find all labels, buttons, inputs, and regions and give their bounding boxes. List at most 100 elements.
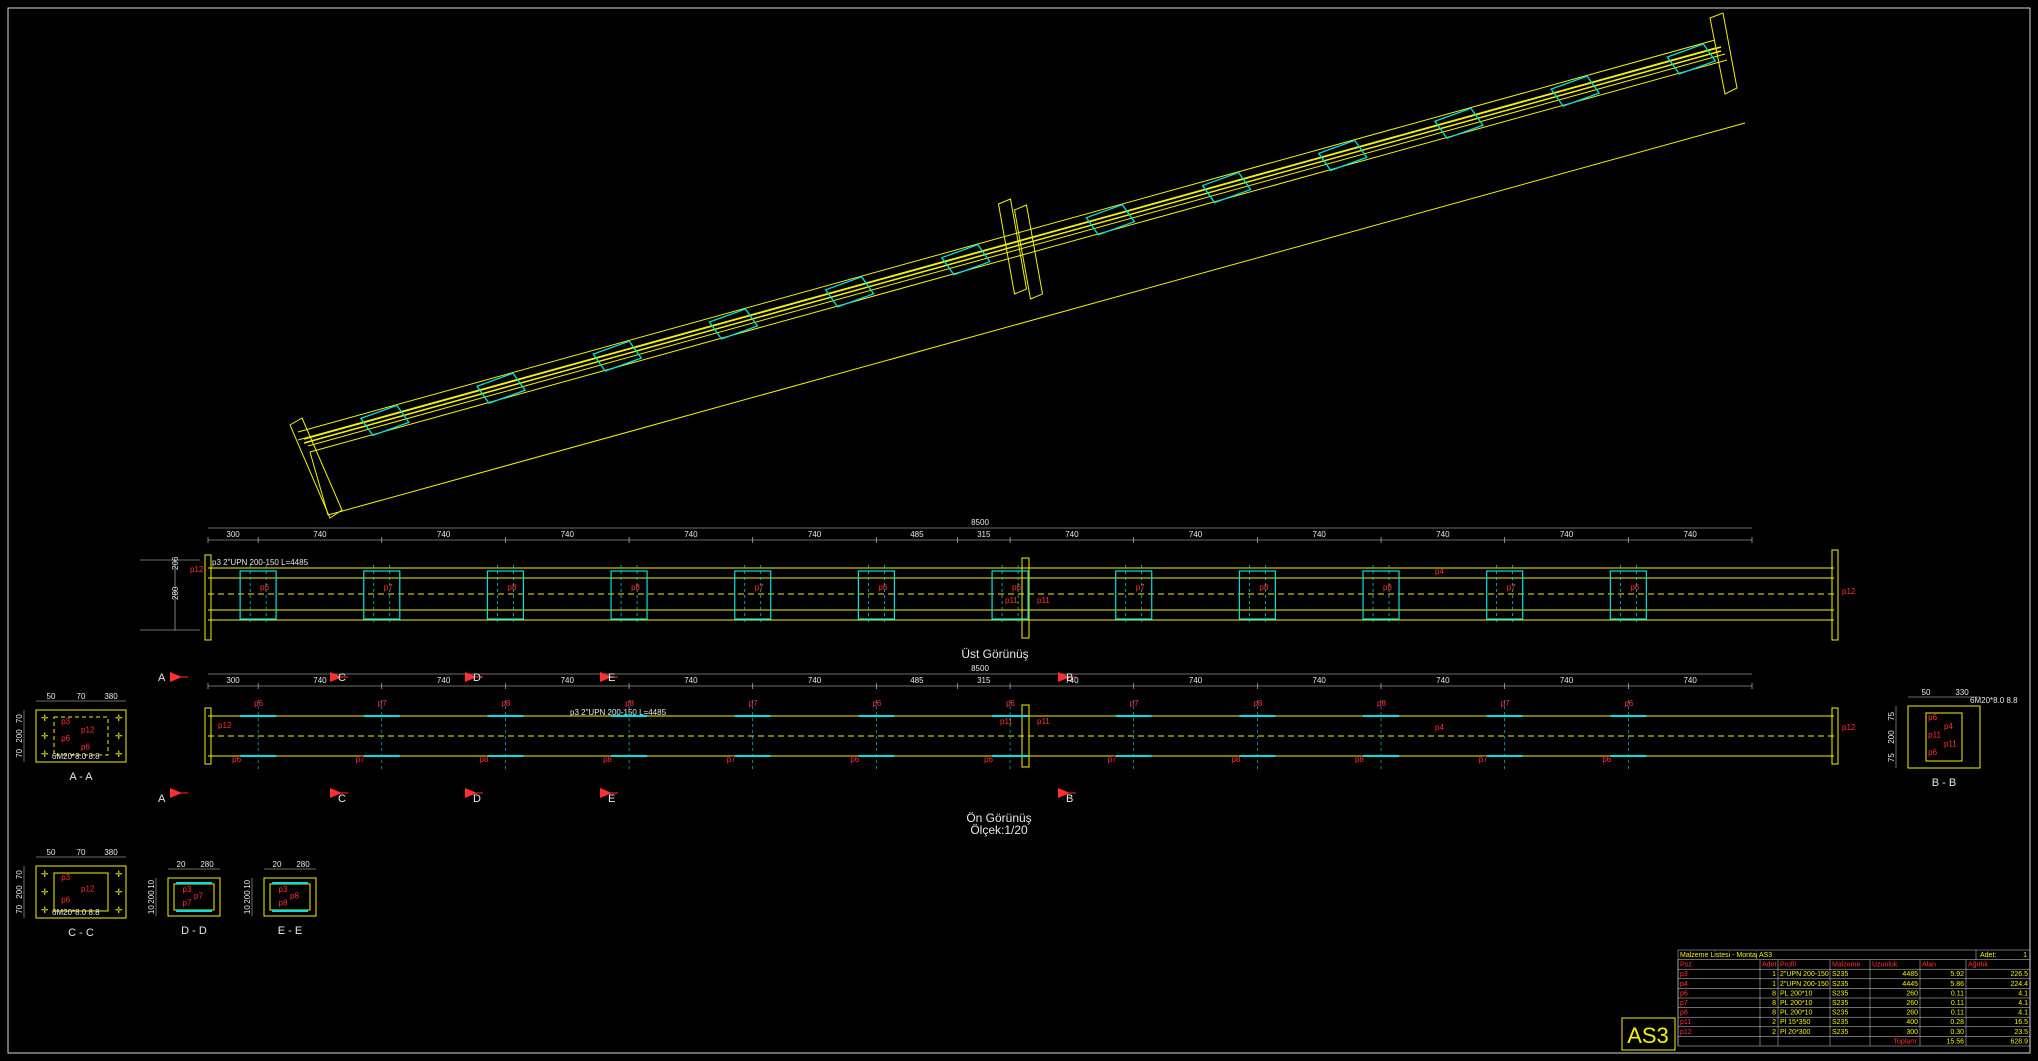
material-table-cell: 2	[1772, 1029, 1776, 1036]
section-dd-part-label: p3	[183, 885, 192, 894]
sheet-border	[7, 7, 2031, 1054]
section-cut-label-a: A	[158, 672, 166, 684]
front-view-top-plate-label: p8	[1377, 699, 1386, 708]
drawing-canvas: 8500 300 740 740 740 740 740 485 315 740 740 740 740…	[7, 7, 2031, 1054]
iso-flange-line	[309, 59, 1728, 453]
front-view-span-dim: 740	[1436, 676, 1450, 685]
section-aa-dim-top: 50	[47, 692, 56, 701]
section-dd-part-label: p7	[183, 898, 192, 907]
top-view-span-dim: 315	[977, 530, 991, 539]
section-dd-dim-left: 10	[147, 879, 156, 888]
section-aa-bolt: ✛	[41, 731, 49, 741]
section-cut-label-d: D	[473, 793, 481, 805]
front-view-bottom-plate-label: p6	[232, 755, 241, 764]
material-table-header: Uzunluk	[1872, 962, 1898, 969]
section-dd-dim-top: 280	[200, 860, 214, 869]
top-view-title: Üst Görünüş	[961, 647, 1028, 661]
material-table-cell: 226.5	[2010, 971, 2028, 978]
section-bb-part-label: p11	[1944, 739, 1957, 748]
front-view-bottom-plate-label: p7	[1108, 755, 1117, 764]
section-cut-label-d: D	[473, 672, 481, 684]
material-table-header: Ağırlık	[1968, 962, 1988, 969]
section-bb-outline	[1907, 705, 1981, 769]
section-ee-dim-top: 280	[296, 860, 310, 869]
section-bb-part-label: p6	[1928, 713, 1937, 722]
iso-rail-line	[303, 46, 1722, 440]
section-bb-dim-left: 200	[1887, 730, 1896, 744]
material-table-cell: 2"UPN 200-150	[1780, 981, 1829, 988]
top-view-left-dim: 280	[171, 586, 180, 600]
top-view-mid-label: p4	[1435, 567, 1444, 576]
section-bb-title: B - B	[1932, 777, 1956, 789]
front-view-span-dim: 740	[684, 676, 698, 685]
section-bb-part-label: p11	[1928, 731, 1941, 740]
section-bb-dim-top: 330	[1955, 688, 1969, 697]
material-table-cell: 5.92	[1950, 971, 1964, 978]
top-view-left-dim: 206	[171, 556, 180, 570]
front-view-top-plate-label: p8	[501, 699, 510, 708]
section-dd-dim-left: 200	[147, 890, 156, 904]
material-table-header: Alan	[1922, 962, 1936, 969]
section-bb-dim-left: 75	[1887, 753, 1896, 762]
section-ee: 20 2801020010p3p8p8E - E	[243, 860, 317, 937]
front-view-top-plate-label: p7	[749, 699, 758, 708]
material-table-cell: 1	[1772, 981, 1776, 988]
material-table-cell: S235	[1832, 971, 1848, 978]
material-table-cell: 300	[1906, 1029, 1918, 1036]
material-table-cell: PL 200*10	[1780, 1010, 1813, 1017]
top-view-span-dim: 740	[808, 530, 822, 539]
section-aa-dim-left: 70	[15, 714, 24, 723]
section-cc-dim-left: 200	[15, 885, 24, 899]
front-view-top-plate-label: p6	[1006, 699, 1015, 708]
top-view-span-dim: 740	[1436, 530, 1450, 539]
front-view-span-dim: 315	[977, 676, 991, 685]
section-ee-part-label: p8	[279, 898, 288, 907]
top-view-splice-label: p11	[1005, 596, 1018, 605]
material-table-cell: 4.1	[2018, 1000, 2028, 1007]
top-view-plate-label: p6	[1012, 583, 1021, 592]
front-view-bottom-plate-label: p8	[479, 755, 488, 764]
section-aa-dim-left: 200	[15, 729, 24, 743]
material-table-cell: 4485	[1902, 971, 1918, 978]
section-aa-bolt: ✛	[115, 749, 123, 759]
front-view-bottom-plate-label: p7	[1479, 755, 1488, 764]
section-cc-bolt: ✛	[41, 887, 49, 897]
section-cut-label-c: C	[338, 793, 346, 805]
material-table-cell: S235	[1832, 1029, 1848, 1036]
top-view-span-dim: 740	[437, 530, 451, 539]
material-table-qty-label: Adet:	[1980, 952, 1996, 959]
material-table-cell: S235	[1832, 990, 1848, 997]
material-table-cell: p7	[1680, 1000, 1688, 1007]
section-dd-dim-left: 10	[147, 905, 156, 914]
material-table-cell: 260	[1906, 990, 1918, 997]
front-view-top-plate-label: p6	[254, 699, 263, 708]
top-view-total-dim: 8500	[971, 518, 989, 527]
section-cut-label-e: E	[608, 793, 615, 805]
material-table-cell: 2"UPN 200-150	[1780, 971, 1829, 978]
section-ee-title: E - E	[278, 925, 302, 937]
material-table-cell: 0.28	[1950, 1019, 1964, 1026]
top-view-left-label: p12	[190, 565, 204, 574]
front-view-right-label: p12	[1842, 723, 1856, 732]
front-view-top-plate-label: p7	[1130, 699, 1139, 708]
section-aa-bolt: ✛	[41, 713, 49, 723]
material-table-header: Malzeme	[1832, 962, 1861, 969]
top-view-span-dim: 300	[226, 530, 240, 539]
material-table-cell: 23.5	[2014, 1029, 2028, 1036]
section-ee-part-label: p8	[290, 892, 299, 901]
front-view-span-dim: 485	[910, 676, 924, 685]
top-view-plate-label: p7	[1136, 583, 1145, 592]
iso-splice-plate	[1013, 204, 1044, 300]
front-view-span-dim: 740	[1313, 676, 1327, 685]
material-table-cell: 0.11	[1951, 1010, 1964, 1017]
top-view-span-dim: 740	[684, 530, 698, 539]
material-table-cell: 224.4	[2010, 981, 2028, 988]
front-view-bottom-plate-label: p8	[1355, 755, 1364, 764]
section-dd-part-label: p7	[194, 892, 203, 901]
top-view-plate-label: p6	[260, 583, 269, 592]
material-table-cell: 260	[1906, 1000, 1918, 1007]
front-view-bottom-plate-label: p7	[727, 755, 736, 764]
section-bb: 50 3307520075p6p4p11p11p66M20*8.0 8.8B - …	[1887, 688, 2018, 789]
sheet-code: AS3	[1627, 1023, 1669, 1048]
material-table-cell: 0.30	[1950, 1029, 1964, 1036]
